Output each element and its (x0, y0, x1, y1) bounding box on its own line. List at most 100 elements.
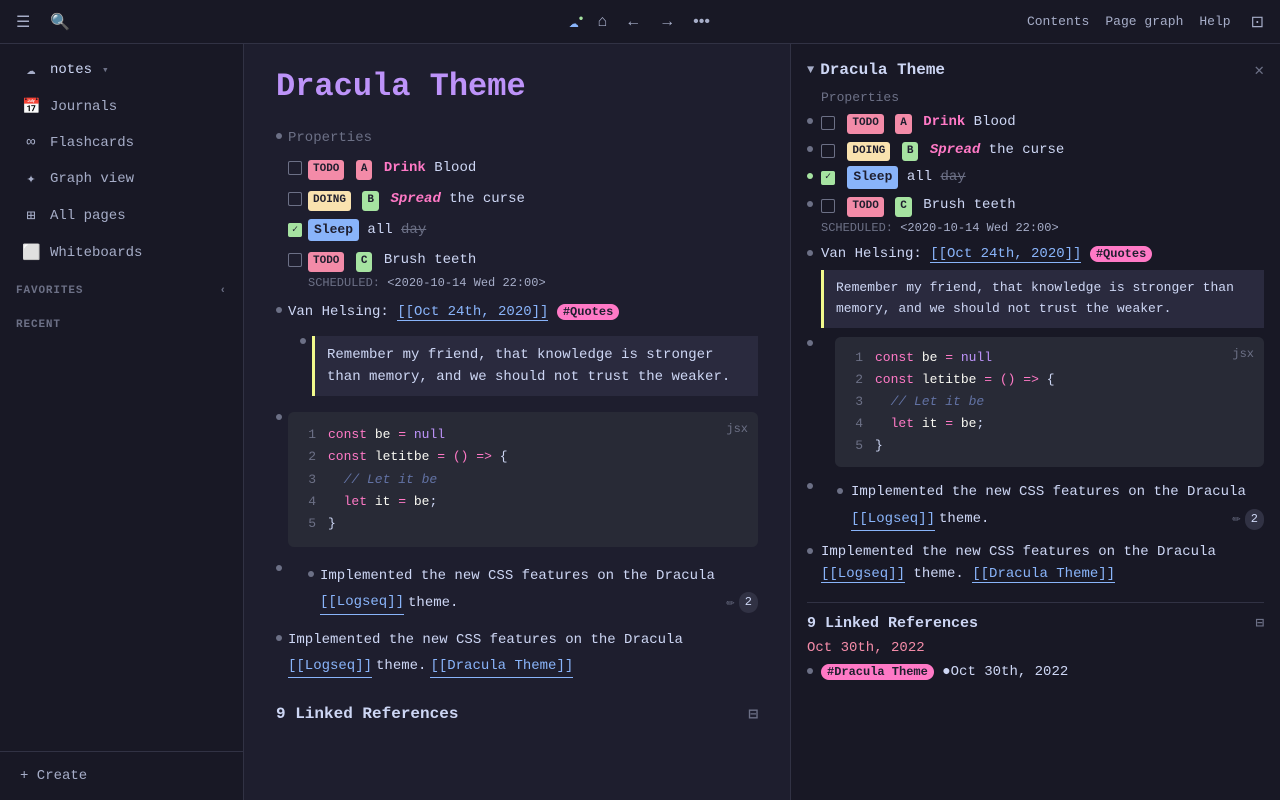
rp-properties: Properties (821, 90, 1264, 105)
bullet-dot-css2 (276, 635, 282, 641)
rp-logseq-link2[interactable]: [[Logseq]] (821, 566, 905, 583)
rp-checkbox-spread[interactable] (821, 144, 835, 158)
checkbox-spread[interactable] (288, 192, 302, 206)
dracula-tag-ref[interactable]: #Dracula Theme (821, 664, 934, 680)
sidebar-item-all-pages[interactable]: ⊞ All pages (6, 198, 237, 233)
rp-spread-content: DOING B Spread the curse (821, 139, 1264, 162)
rp-css2-content: Implemented the new CSS features on the … (821, 541, 1264, 586)
rp-dot-css-inner (837, 488, 843, 494)
filter-icon[interactable]: ⊟ (748, 704, 758, 724)
rp-close-button[interactable]: ✕ (1254, 60, 1264, 80)
menu-icon[interactable]: ☰ (12, 10, 34, 34)
bullet-item-sleep: Sleep all day (276, 217, 758, 244)
code-lang: jsx (726, 420, 748, 439)
rp-theme-suffix2: theme. (913, 566, 963, 582)
sidebar-item-flashcards[interactable]: ∞ Flashcards (6, 126, 237, 159)
edit-icon[interactable]: ✏ (726, 592, 734, 614)
favorites-section: FAVORITES ‹ (0, 279, 243, 299)
workspace-arrow: ▾ (102, 63, 109, 77)
back-icon[interactable]: ← (621, 11, 645, 33)
rp-doing-spread: DOING B Spread the curse (807, 139, 1264, 162)
search-icon[interactable]: 🔍 (46, 10, 74, 34)
sidebar-workspace[interactable]: ☁ notes ▾ (6, 52, 237, 87)
flashcards-icon: ∞ (22, 134, 40, 151)
rp-checkbox-drink[interactable] (821, 116, 835, 130)
rp-dot-drink (807, 118, 813, 124)
favorites-collapse-icon[interactable]: ‹ (220, 285, 227, 297)
rp-css-outer-content: Implemented the new CSS features on the … (821, 476, 1264, 536)
rp-doing-badge: DOING (847, 142, 890, 162)
rp-priority-a: A (895, 114, 912, 134)
sidebar-item-whiteboards[interactable]: ⬜ Whiteboards (6, 235, 237, 270)
bullet-dot (276, 133, 282, 139)
rp-logseq-link[interactable]: [[Logseq]] (851, 508, 935, 531)
rp-theme-suffix: theme. (939, 508, 989, 530)
sidebar-toggle-icon[interactable]: ⊡ (1247, 10, 1268, 34)
drink-keyword: Drink (384, 160, 426, 176)
vh-date-link[interactable]: [[Oct 24th, 2020]] (397, 304, 548, 321)
rp-todo-badge-brush: TODO (847, 197, 883, 217)
favorites-label: FAVORITES (16, 285, 83, 297)
create-label: + Create (20, 768, 87, 784)
brush-content: TODO C Brush teeth SCHEDULED: <2020-10-1… (308, 249, 758, 293)
bullet-item-properties: Properties (276, 125, 758, 151)
contents-link[interactable]: Contents (1027, 14, 1089, 29)
logseq-link2[interactable]: [[Logseq]] (288, 655, 372, 678)
sidebar-item-journals[interactable]: 📅 Journals (6, 89, 237, 124)
rp-checkbox-brush[interactable] (821, 199, 835, 213)
rp-css-text: Implemented the new CSS features on the … (851, 481, 1246, 503)
rp-spread-text: the curse (989, 142, 1065, 158)
rp-quotes-tag[interactable]: #Quotes (1090, 246, 1152, 262)
priority-a-badge: A (356, 160, 373, 180)
rp-vh-link[interactable]: [[Oct 24th, 2020]] (930, 246, 1081, 263)
bullet-item-doing-spread: DOING B Spread the curse (276, 186, 758, 213)
home-icon[interactable]: ⌂ (593, 11, 611, 33)
dracula-theme-link[interactable]: [[Dracula Theme]] (430, 655, 573, 678)
doing-spread-content: DOING B Spread the curse (308, 188, 758, 211)
bullet-item-code: jsx 1 const be = null 2 const letitbe = … (276, 406, 758, 552)
forward-icon[interactable]: → (655, 11, 679, 33)
checkbox-drink[interactable] (288, 161, 302, 175)
rp-checkbox-sleep[interactable] (821, 171, 835, 185)
rp-todo-badge-drink: TODO (847, 114, 883, 134)
rp-priority-b: B (902, 142, 919, 162)
rp-code-lang: jsx (1232, 345, 1254, 364)
checkbox-sleep[interactable] (288, 223, 302, 237)
rp-edit-icon[interactable]: ✏ (1232, 508, 1240, 530)
rp-title-text: ▼ Dracula Theme (807, 61, 945, 79)
rp-css-inner-content: Implemented the new CSS features on the … (851, 481, 1264, 531)
sleep-text: all (367, 222, 401, 238)
brush-text: Brush teeth (384, 252, 476, 268)
sleep-badge: Sleep (308, 219, 359, 242)
checkbox-brush[interactable] (288, 253, 302, 267)
todo-badge-brush: TODO (308, 252, 344, 272)
help-link[interactable]: Help (1199, 14, 1230, 29)
sidebar-item-graph-view[interactable]: ✦ Graph view (6, 161, 237, 196)
rp-dracula-link[interactable]: [[Dracula Theme]] (972, 566, 1115, 583)
topbar-left: ☰ 🔍 (12, 10, 256, 34)
quotes-tag[interactable]: #Quotes (557, 304, 619, 320)
content-area: Dracula Theme Properties TODO A Drink Bl… (244, 44, 1280, 800)
page-graph-link[interactable]: Page graph (1105, 14, 1183, 29)
rp-filter-icon[interactable]: ⊟ (1256, 615, 1264, 632)
ref-date[interactable]: Oct 30th, 2022 (807, 640, 1264, 656)
rp-code-item: jsx 1const be = null 2const letitbe = ()… (807, 333, 1264, 471)
more-icon[interactable]: ••• (689, 11, 714, 33)
rp-ref-item: #Dracula Theme ●Oct 30th, 2022 (807, 661, 1264, 683)
vh-label: Van Helsing: (288, 304, 397, 320)
logseq-link[interactable]: [[Logseq]] (320, 591, 404, 614)
rp-dot-code (807, 340, 813, 346)
whiteboards-icon: ⬜ (22, 243, 40, 262)
rp-css-inner: Implemented the new CSS features on the … (837, 481, 1264, 531)
create-button[interactable]: + Create (8, 760, 235, 792)
todo-drink-content: TODO A Drink Blood (308, 157, 758, 180)
code-line-4: 4 let it = be; (300, 491, 746, 513)
bullet-dot-code (276, 414, 282, 420)
rp-linked-refs-count: 9 Linked References (807, 615, 978, 632)
rp-sleep: Sleep all day (807, 166, 1264, 189)
rp-linked-refs-header: 9 Linked References ⊟ (807, 602, 1264, 632)
rp-triangle[interactable]: ▼ (807, 63, 814, 77)
rp-css-nested: Implemented the new CSS features on the … (837, 481, 1264, 531)
sidebar-item-label: Flashcards (50, 135, 134, 151)
bullet-dot-css-inner (308, 571, 314, 577)
